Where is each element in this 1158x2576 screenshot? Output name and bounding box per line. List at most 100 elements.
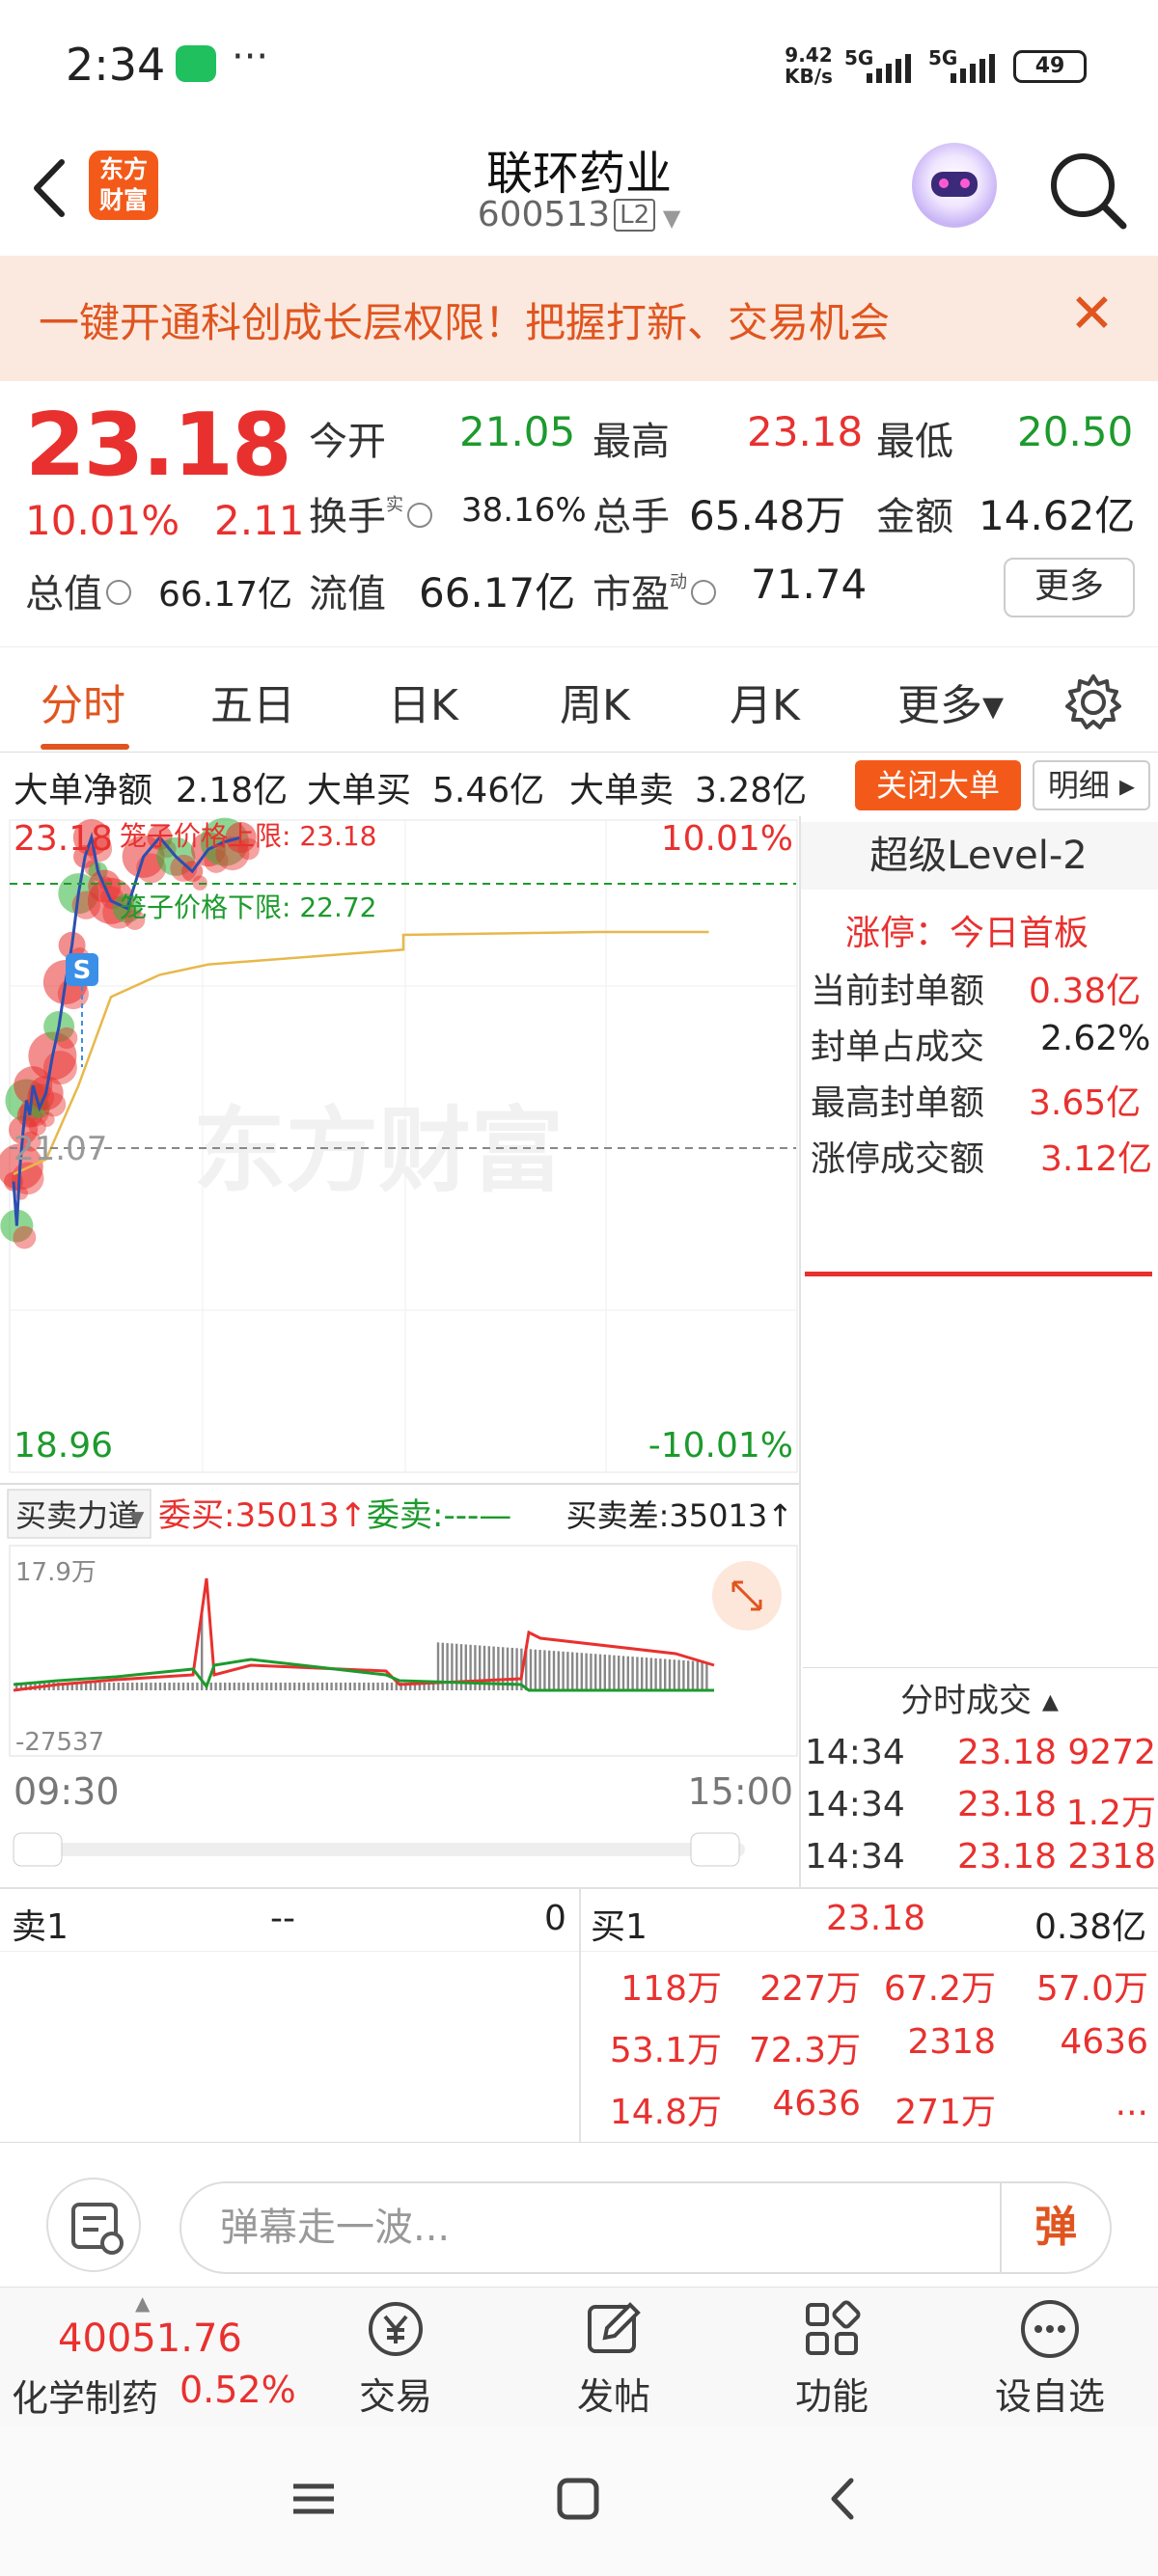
book-row[interactable]: 买6 23.11 30.4万 — [803, 1544, 1156, 1594]
back-icon[interactable] — [820, 2475, 868, 2523]
signal-bars-icon — [867, 54, 911, 83]
level2-title[interactable]: 超级Level-2 — [799, 822, 1158, 890]
book-row[interactable]: 买7 23.10 1.2万 — [803, 1594, 1156, 1644]
volume-bar — [668, 1658, 672, 1690]
battery-icon: 49 — [1013, 50, 1087, 83]
volume-bar — [265, 1683, 268, 1690]
signal-bars-2-icon — [951, 54, 995, 83]
volume-bar — [237, 1683, 240, 1690]
volume-bar — [649, 1658, 652, 1690]
promo-banner[interactable]: 一键开通科创成长层权限！把握打新、交易机会 ✕ — [0, 256, 1158, 381]
volume-bar — [372, 1683, 374, 1690]
tick-trades-title[interactable]: 分时成交 ▴ — [803, 1674, 1156, 1721]
book-row[interactable]: 买4 23.15 9260 — [803, 1443, 1156, 1494]
search-icon[interactable] — [1044, 147, 1131, 233]
detail-button[interactable]: 明细 ▸ — [1033, 760, 1150, 810]
sell-signal-text: S — [73, 956, 92, 985]
book-dot-icon — [1141, 1511, 1152, 1522]
book-volume: 0.38亿 — [1011, 1293, 1131, 1343]
turnover-label: 换手实 — [309, 485, 432, 541]
nav-add-watchlist[interactable]: 设自选 — [973, 2297, 1127, 2420]
big-order-summary: 大单净额 2.18亿 大单买 5.46亿 大单卖 3.28亿 关闭大单 明细 ▸ — [0, 753, 1158, 816]
high-value: 23.18 — [747, 408, 864, 455]
volume-bar — [103, 1683, 106, 1690]
book-volume: 30.4万 — [1018, 1552, 1131, 1592]
sector-index-value[interactable]: 40051.76 — [58, 2316, 242, 2361]
tab-weekly-k[interactable]: 周K — [560, 671, 630, 732]
volume-bar — [214, 1683, 217, 1690]
book-row[interactable]: 买5 23.12 8.8万 — [803, 1494, 1156, 1544]
more-quote-button[interactable]: 更多 — [1004, 558, 1135, 617]
volume-bar — [224, 1683, 227, 1690]
tab-daily-k[interactable]: 日K — [388, 671, 458, 732]
turnover-value: 38.16% — [461, 491, 587, 530]
range-handle-right[interactable] — [690, 1832, 740, 1867]
book-level: 买6 — [807, 1552, 864, 1592]
volume-bar — [631, 1657, 634, 1690]
danmaku-input[interactable]: 弹幕走一波... — [179, 2181, 1112, 2274]
trade-price: 23.18 — [957, 1733, 1058, 1772]
book-price: 23.15 — [914, 1443, 1014, 1483]
tab-five-day[interactable]: 五日 — [210, 671, 295, 732]
intraday-chart[interactable]: 东方财富 23.18 笼子价格上限: 23.18 10.01% 笼子价格下限: … — [0, 816, 799, 1881]
wechat-notification-icon — [176, 45, 216, 82]
upper-cage-label: 笼子价格上限: 23.18 — [120, 820, 377, 852]
book-volume: 1.2万 — [1040, 1603, 1131, 1642]
gear-icon[interactable] — [1063, 672, 1123, 732]
volume-bar — [317, 1683, 319, 1690]
volume-bar — [682, 1659, 685, 1690]
volume-bar — [562, 1651, 565, 1690]
sell1-volume: 0 — [544, 1899, 566, 1938]
book-row[interactable]: 买3 23.16 5.6万 — [803, 1393, 1156, 1443]
total-cap-value: 66.17亿 — [158, 575, 293, 615]
volume-bar — [534, 1649, 537, 1690]
tab-intraday[interactable]: 分时 — [41, 671, 125, 732]
book-level: 买7 — [807, 1603, 864, 1642]
volume-bar — [621, 1656, 625, 1690]
sector-name[interactable]: 化学制药 — [12, 2369, 158, 2422]
range-slider-track[interactable] — [14, 1843, 745, 1856]
seal-ratio-value: 2.62% — [1040, 1019, 1151, 1058]
sell1-price: -- — [270, 1899, 295, 1938]
book-price: 23.10 — [914, 1594, 1014, 1633]
volume-bar — [228, 1683, 232, 1690]
volume-bar — [367, 1683, 371, 1690]
seal-amount-value: 0.38亿 — [1029, 972, 1142, 1011]
range-handle-left[interactable] — [13, 1832, 63, 1867]
volume-bar — [705, 1661, 708, 1690]
volume-bar — [312, 1683, 315, 1690]
robot-assistant-icon[interactable] — [912, 143, 997, 228]
active-tab-indicator — [41, 744, 129, 750]
amount-value: 14.62亿 — [979, 492, 1136, 539]
nav-functions[interactable]: 功能 — [755, 2297, 909, 2420]
volume-bar — [154, 1683, 157, 1690]
book-row[interactable]: 买1 23.18 0.38亿 — [803, 1293, 1156, 1343]
home-icon[interactable] — [554, 2475, 602, 2523]
network-speed: 9.42 KB/s — [785, 43, 833, 88]
book-volume: 5.6万 — [1040, 1402, 1131, 1441]
trade-time: 14:34 — [805, 1785, 905, 1824]
open-value: 21.05 — [459, 408, 576, 455]
max-seal-value: 3.65亿 — [1029, 1083, 1142, 1123]
menu-icon[interactable] — [290, 2475, 338, 2523]
queue-cell: 53.1万 — [609, 2031, 722, 2070]
limit-turnover-label: 涨停成交额 — [811, 1139, 985, 1179]
close-big-order-button[interactable]: 关闭大单 — [855, 760, 1021, 810]
amount-label: 金额 — [876, 495, 953, 539]
danmaku-send-button[interactable]: 弹 — [1000, 2183, 1110, 2272]
close-icon[interactable]: ✕ — [1069, 283, 1115, 345]
volume-bar — [696, 1660, 699, 1690]
indicator-selector-label: 买卖力道 — [15, 1497, 139, 1534]
volume-bar — [618, 1656, 620, 1690]
volume-min-label: -27537 — [15, 1728, 104, 1757]
volume-bar — [270, 1683, 273, 1690]
notes-icon[interactable] — [46, 2178, 141, 2272]
tab-more[interactable]: 更多▾ — [897, 671, 1004, 732]
nav-trade[interactable]: 交易 — [318, 2297, 473, 2420]
nav-post[interactable]: 发帖 — [537, 2297, 691, 2420]
grid-icon — [806, 2300, 861, 2355]
volume-bar — [659, 1658, 662, 1690]
book-row[interactable]: 买2 23.17 1.9万 — [803, 1343, 1156, 1393]
tab-monthly-k[interactable]: 月K — [730, 671, 800, 732]
volume-bar — [279, 1683, 282, 1690]
